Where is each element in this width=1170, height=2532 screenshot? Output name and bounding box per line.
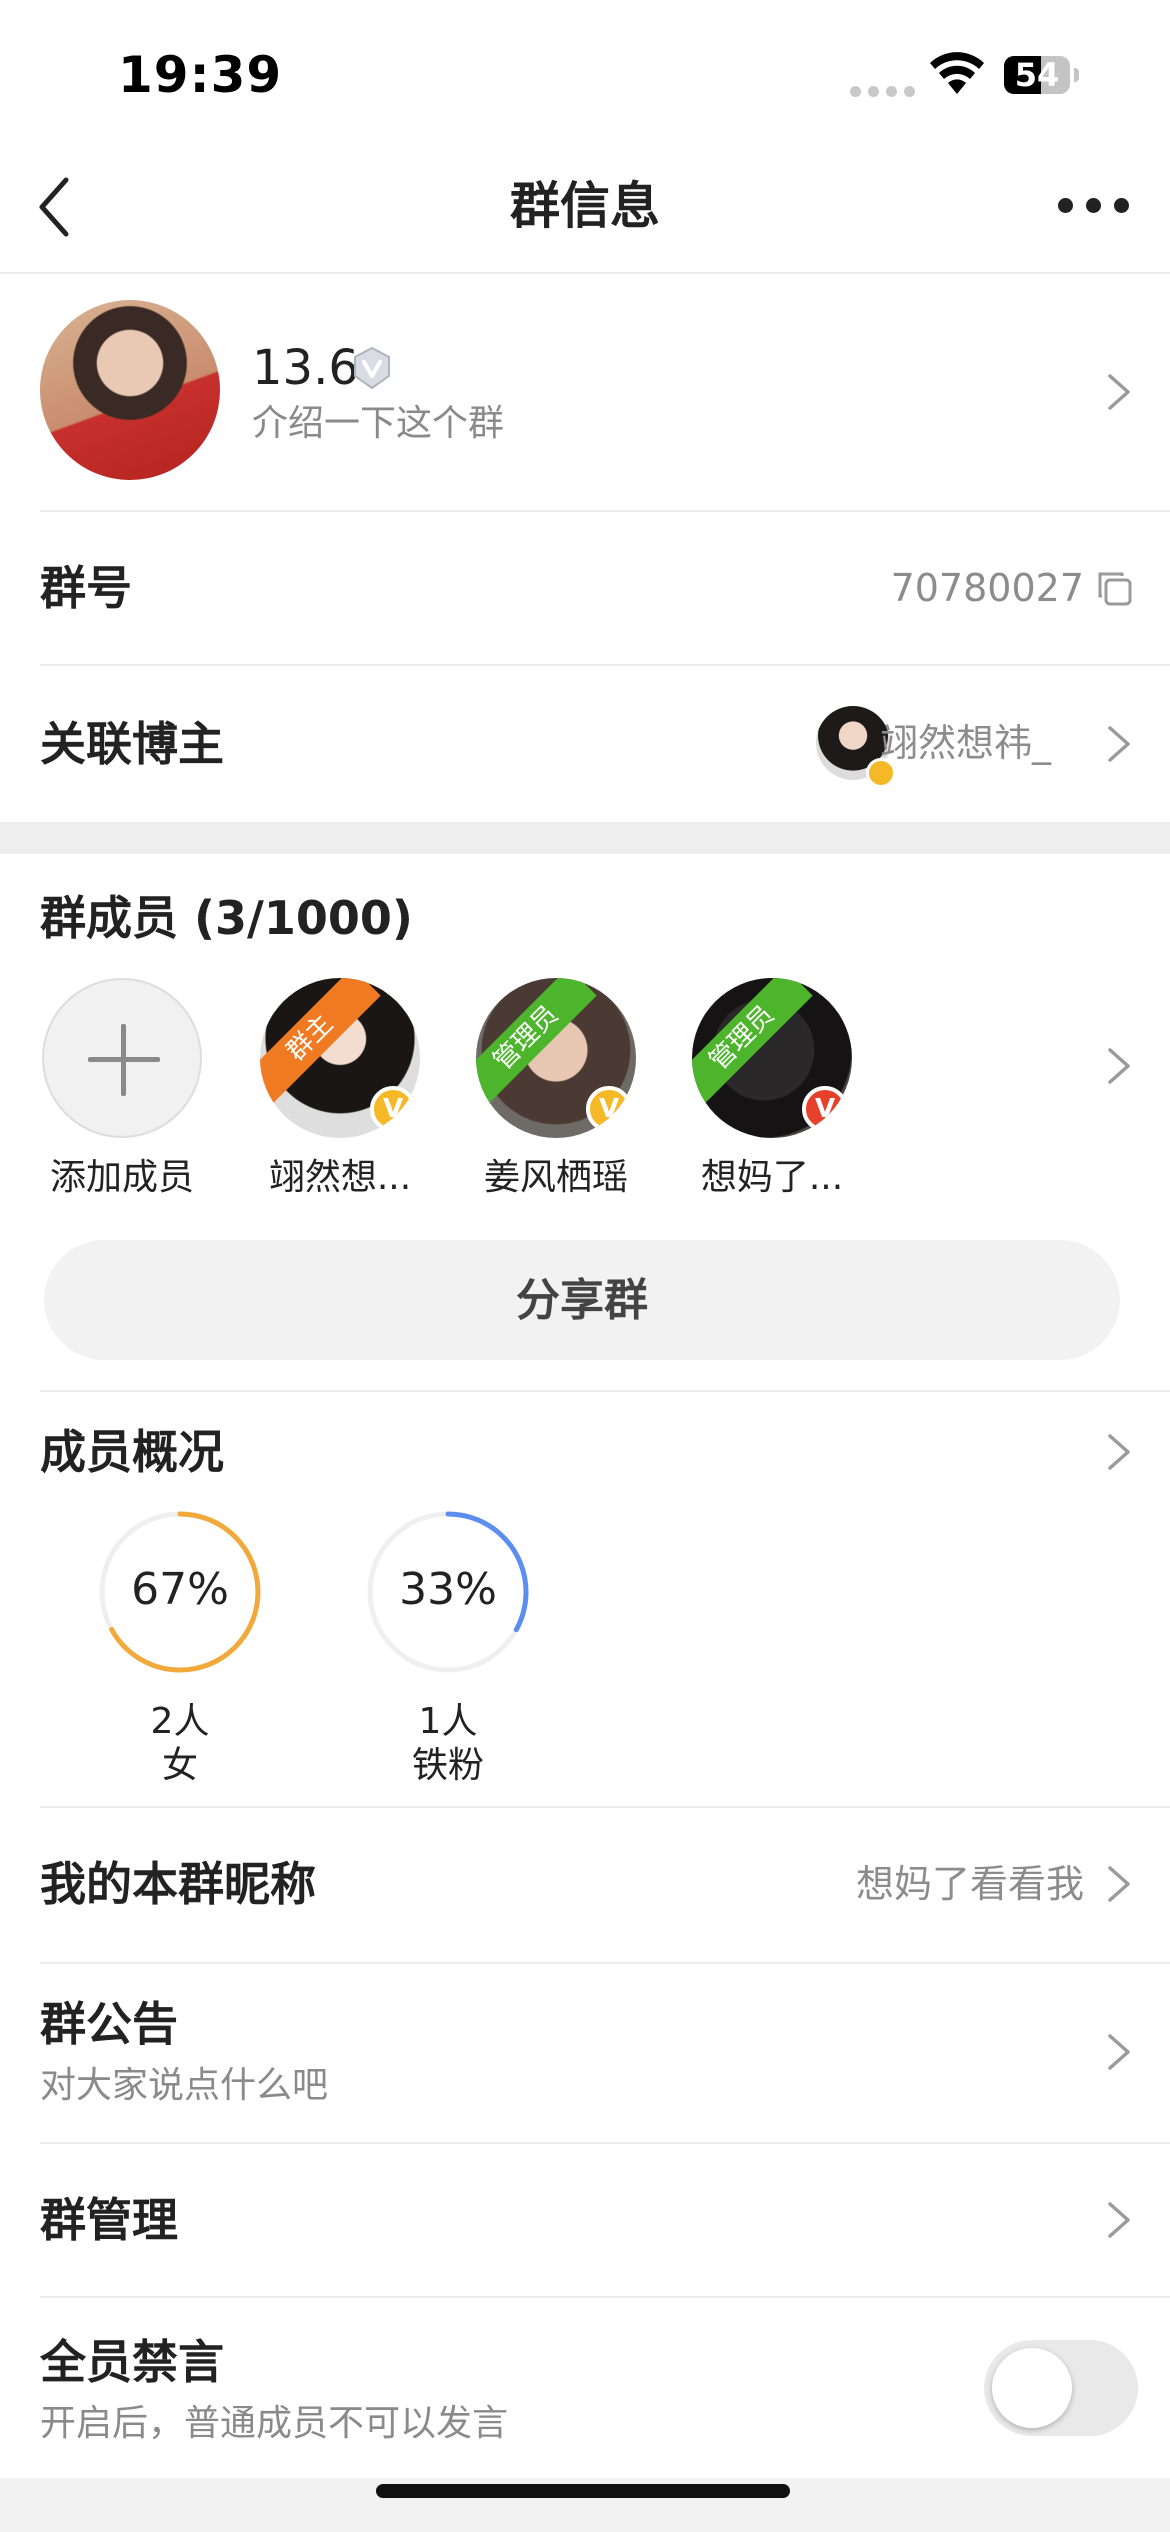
member-name: 姜风栖瑶 (483, 1157, 628, 1198)
status-time: 19:39 (118, 46, 283, 104)
verified-badge-icon: V (802, 1086, 848, 1132)
chevron-right-icon (1104, 1864, 1134, 1908)
share-group-button[interactable]: 分享群 (44, 1240, 1120, 1360)
battery-icon: 54 (1004, 56, 1070, 94)
chevron-right-icon (1104, 1432, 1134, 1476)
stat-percent: 33% (399, 1564, 497, 1615)
stat-count: 2人 (150, 1701, 210, 1742)
stat-percent: 67% (131, 1564, 229, 1615)
plus-icon (42, 978, 202, 1138)
battery-level: 54 (1014, 56, 1060, 94)
stat-female: 67% 2人 女 (96, 1508, 264, 1788)
add-member-button[interactable]: 添加成员 (42, 978, 202, 1198)
page-title: 群信息 (510, 177, 660, 235)
copy-icon[interactable] (1096, 570, 1134, 612)
nickname-value: 想妈了看看我 (855, 1862, 1084, 1906)
group-avatar (40, 300, 220, 480)
more-dot (1058, 198, 1073, 213)
divider (40, 510, 1170, 512)
stat-label: 铁粉 (411, 1745, 484, 1786)
chevron-right-icon (1104, 372, 1134, 416)
add-member-label: 添加成员 (49, 1157, 194, 1198)
chevron-right-icon (1104, 2200, 1134, 2244)
divider (40, 2296, 1170, 2298)
members-chevron-icon[interactable] (1104, 1046, 1134, 1090)
chevron-left-icon (39, 177, 69, 237)
back-button[interactable] (36, 176, 72, 242)
cellular-dots-icon (850, 86, 915, 97)
mute-label: 全员禁言 (40, 2335, 224, 2389)
notice-row[interactable] (0, 1964, 1170, 2142)
shield-badge-icon (352, 346, 392, 394)
more-dot (1086, 198, 1101, 213)
stat-fans: 33% 1人 铁粉 (364, 1508, 532, 1788)
manage-label: 群管理 (40, 2193, 178, 2247)
home-indicator (376, 2484, 790, 2498)
member-avatar: 管理员 V (692, 978, 852, 1138)
group-id-value: 70780027 (890, 566, 1084, 610)
linked-blogger-name: 翊然想祎_ (880, 721, 1052, 765)
stat-count: 1人 (418, 1701, 478, 1742)
member-item[interactable]: 群主 V 翊然想... (260, 978, 420, 1198)
role-ribbon: 管理员 (476, 978, 597, 1109)
member-name: 想妈了... (700, 1157, 844, 1198)
member-item[interactable]: 管理员 V 姜风栖瑶 (476, 978, 636, 1198)
role-ribbon: 群主 (260, 978, 381, 1109)
verified-badge-icon: V (370, 1086, 416, 1132)
overview-title: 成员概况 (40, 1425, 224, 1479)
member-avatar: 管理员 V (476, 978, 636, 1138)
role-ribbon: 管理员 (692, 978, 813, 1109)
group-id-label: 群号 (40, 561, 132, 615)
section-gap (0, 822, 1170, 854)
mute-sub: 开启后，普通成员不可以发言 (40, 2403, 509, 2444)
battery-nub (1074, 68, 1079, 82)
notice-label: 群公告 (40, 1997, 178, 2051)
linked-blogger-label: 关联博主 (40, 717, 224, 771)
member-item[interactable]: 管理员 V 想妈了... (692, 978, 852, 1198)
group-name: 13.6 (252, 340, 359, 396)
mute-all-toggle[interactable] (984, 2340, 1138, 2436)
member-name: 翊然想... (268, 1157, 412, 1198)
more-button[interactable] (1058, 198, 1129, 213)
members-title: 群成员 (3/1000) (40, 891, 413, 945)
group-intro: 介绍一下这个群 (252, 403, 505, 444)
toggle-knob (992, 2348, 1072, 2428)
stat-label: 女 (161, 1745, 198, 1786)
verified-badge-icon: V (586, 1086, 632, 1132)
chevron-right-icon (1104, 724, 1134, 768)
member-avatar: 群主 V (260, 978, 420, 1138)
nickname-label: 我的本群昵称 (40, 1857, 316, 1911)
wifi-icon (928, 52, 986, 100)
chevron-right-icon (1104, 2032, 1134, 2076)
more-dot (1114, 198, 1129, 213)
notice-sub: 对大家说点什么吧 (40, 2065, 329, 2106)
